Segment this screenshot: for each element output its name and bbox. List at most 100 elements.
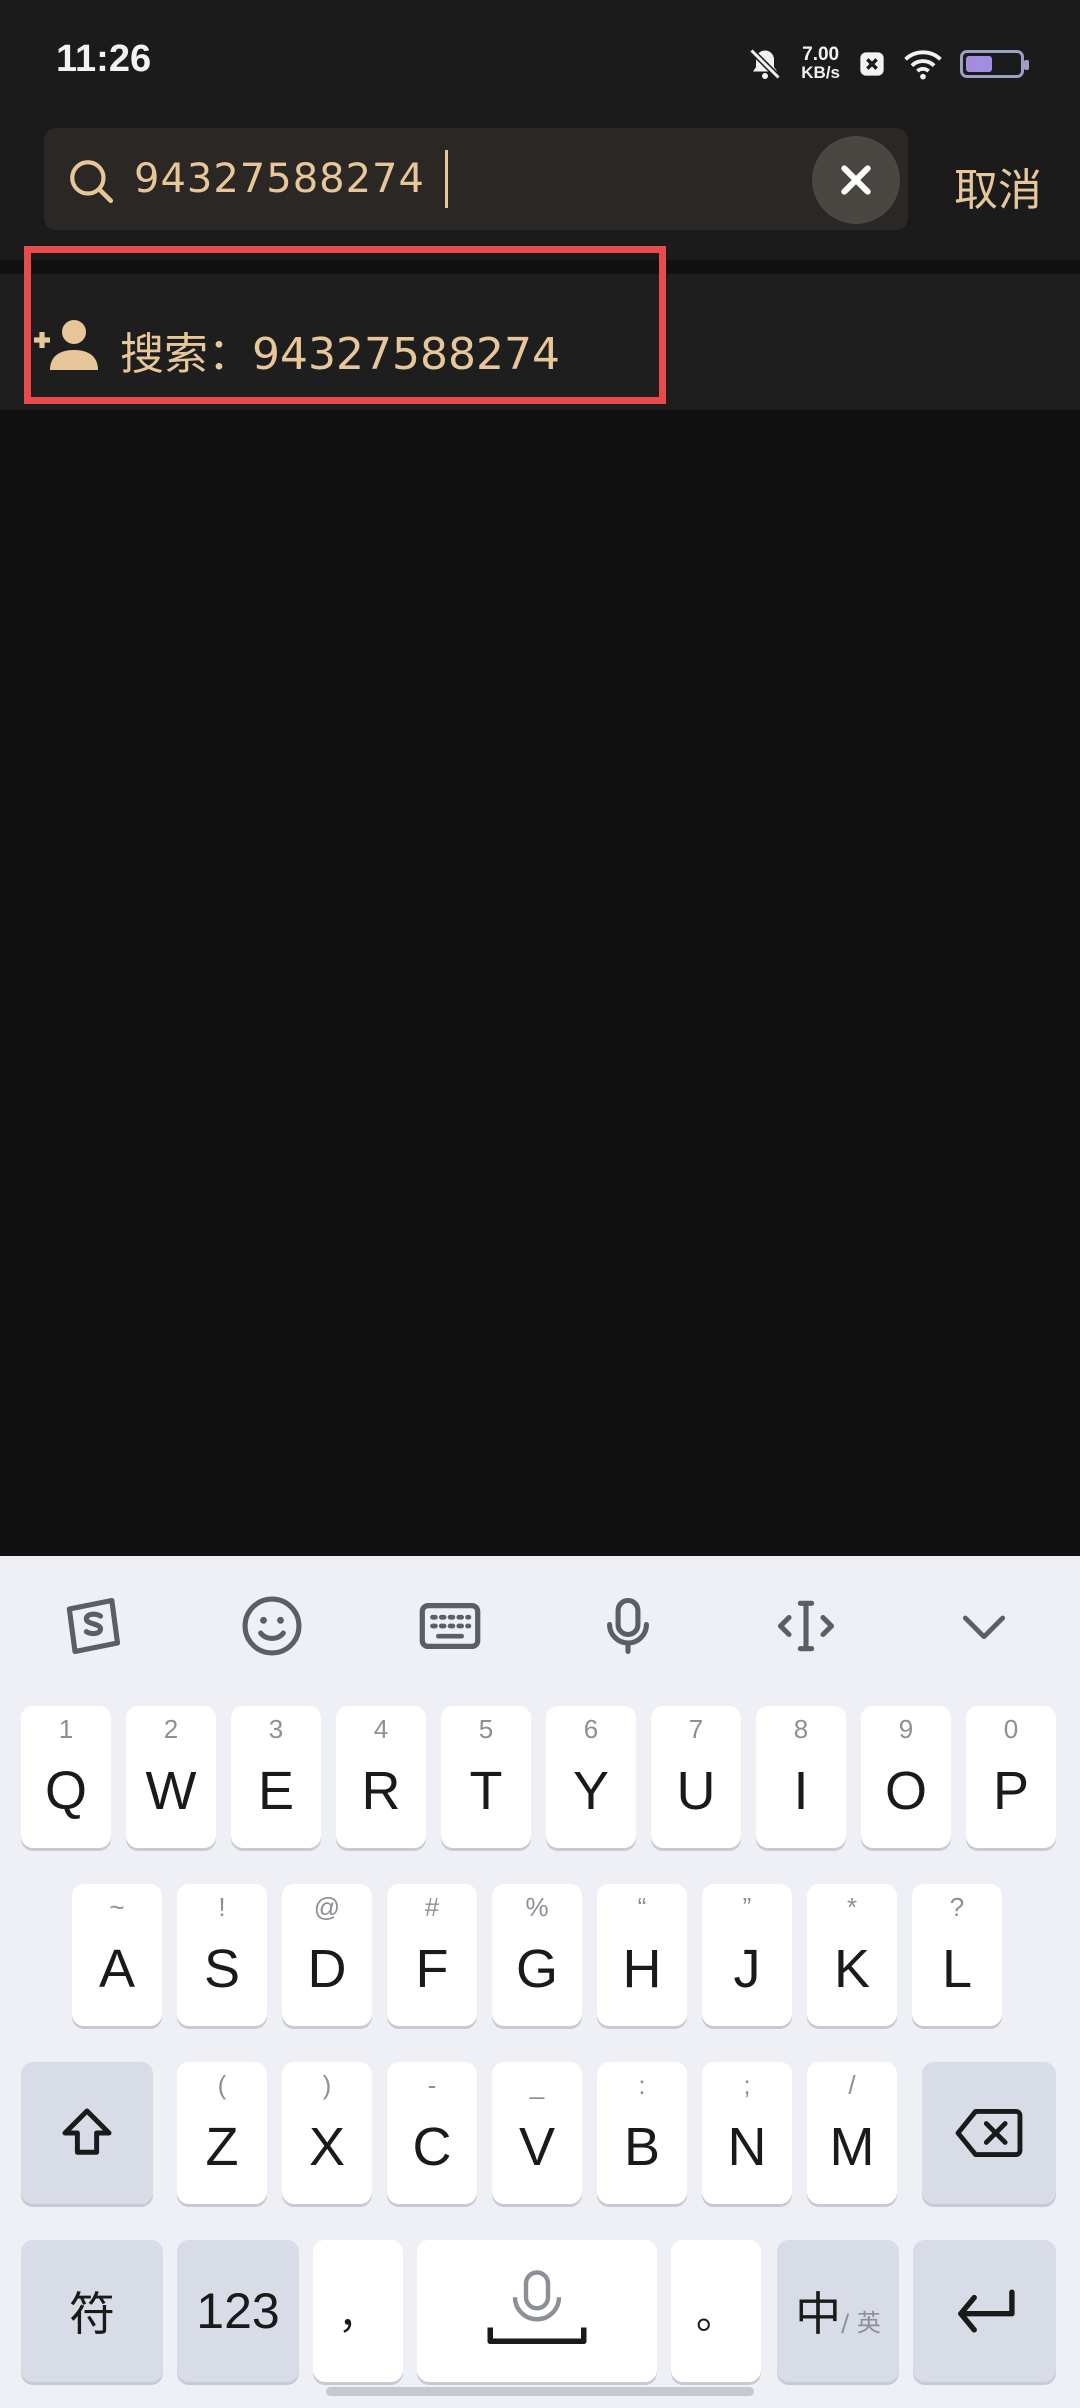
key-sub-label: 2 — [163, 1714, 179, 1744]
key-sub-label: % — [525, 1892, 549, 1922]
key-sub-label: 6 — [583, 1714, 599, 1744]
cursor-move-icon[interactable] — [770, 1590, 842, 1662]
key-label: S — [203, 1939, 241, 1999]
key-sub-label: ( — [217, 2070, 227, 2100]
key-sub-label: ) — [322, 2070, 332, 2100]
key-c[interactable]: -C — [387, 2062, 477, 2204]
symbols-key[interactable]: 符 — [21, 2240, 163, 2382]
comma-key[interactable]: ， — [313, 2240, 403, 2382]
key-sub-label: 8 — [793, 1714, 809, 1744]
key-j[interactable]: ” J — [702, 1884, 792, 2026]
key-o[interactable]: 9O — [861, 1706, 951, 1848]
status-bar: 11:26 7.00 KB/s — [0, 0, 1080, 120]
net-speed-unit: KB/s — [801, 63, 840, 82]
sogou-logo-icon[interactable] — [56, 1590, 128, 1662]
key-label: K — [833, 1939, 871, 1999]
key-sub-label: ! — [218, 1892, 226, 1922]
key-sub-label: - — [427, 2070, 437, 2100]
keyboard-toolbar — [0, 1556, 1080, 1696]
key-g[interactable]: % G — [492, 1884, 582, 2026]
key-label: M — [829, 2117, 875, 2177]
key-v[interactable]: _ V — [492, 2062, 582, 2204]
search-input[interactable] — [132, 142, 826, 216]
language-switch-key[interactable]: 中 / 英 — [777, 2240, 899, 2382]
key-sub-label: 4 — [373, 1714, 389, 1744]
key-label: J — [733, 1939, 761, 1999]
key-u[interactable]: 7U — [651, 1706, 741, 1848]
key-sub-label: * — [846, 1892, 858, 1922]
key-sub-label: 5 — [478, 1714, 494, 1744]
key-k[interactable]: * K — [807, 1884, 897, 2026]
key-label: N — [727, 2117, 767, 2177]
key-sub-label: _ — [529, 2070, 545, 2100]
enter-key[interactable] — [913, 2240, 1056, 2382]
key-s[interactable]: ! S — [177, 1884, 267, 2026]
key-label: E — [257, 1761, 295, 1821]
key-h[interactable]: “H — [597, 1884, 687, 2026]
key-label: Y — [572, 1761, 610, 1821]
key-label: ， — [338, 2292, 378, 2338]
microphone-icon[interactable] — [592, 1590, 664, 1662]
key-label: C — [412, 2117, 452, 2177]
emoji-icon[interactable] — [236, 1590, 308, 1662]
hide-keyboard-icon[interactable] — [948, 1590, 1020, 1662]
space-key[interactable] — [417, 2240, 657, 2382]
key-q[interactable]: 1Q — [21, 1706, 111, 1848]
key-label: T — [469, 1761, 503, 1821]
key-sub-label: “ — [637, 1892, 647, 1922]
key-sub-label: ; — [743, 2070, 751, 2100]
key-e[interactable]: 3E — [231, 1706, 321, 1848]
key-l[interactable]: ? L — [912, 1884, 1002, 2026]
key-sub-label: ? — [949, 1892, 965, 1922]
search-bar-row: 取消 — [0, 120, 1080, 260]
key-x[interactable]: ) X — [282, 2062, 372, 2204]
cancel-button[interactable]: 取消 — [954, 154, 1042, 218]
key-b[interactable]: :B — [597, 2062, 687, 2204]
wifi-icon — [904, 50, 942, 80]
key-label: G — [515, 1939, 558, 1999]
home-indicator[interactable] — [326, 2387, 754, 2396]
search-box[interactable] — [44, 128, 908, 230]
key-sub-label: # — [424, 1892, 440, 1922]
keyboard-icon[interactable] — [414, 1590, 486, 1662]
key-label: W — [145, 1761, 197, 1821]
key-sub-label: / 英 — [841, 2308, 881, 2337]
key-label: F — [415, 1939, 449, 1999]
shift-key[interactable] — [21, 2062, 153, 2204]
key-z[interactable]: (Z — [177, 2062, 267, 2204]
key-label: V — [518, 2117, 556, 2177]
text-caret — [445, 150, 448, 208]
key-r[interactable]: 4R — [336, 1706, 426, 1848]
key-y[interactable]: 6Y — [546, 1706, 636, 1848]
key-p[interactable]: 0P — [966, 1706, 1056, 1848]
clear-search-button[interactable] — [812, 136, 900, 224]
bell-off-icon — [749, 48, 781, 80]
key-label: A — [98, 1939, 136, 1999]
key-t[interactable]: 5T — [441, 1706, 531, 1848]
status-icons: 7.00 KB/s — [747, 40, 1029, 88]
enter-icon — [957, 2289, 1015, 2333]
notification-x-icon — [860, 52, 884, 76]
key-sub-label: 9 — [898, 1714, 914, 1744]
battery-icon — [960, 50, 1029, 78]
key-n[interactable]: ; N — [702, 2062, 792, 2204]
close-icon — [841, 165, 871, 195]
key-sub-label: ” — [742, 1892, 752, 1922]
backspace-key[interactable] — [922, 2062, 1056, 2204]
key-a[interactable]: ~ A — [72, 1884, 162, 2026]
key-d[interactable]: @ D — [282, 1884, 372, 2026]
key-label: X — [308, 2117, 346, 2177]
key-label: 中 — [795, 2287, 842, 2341]
key-f[interactable]: # F — [387, 1884, 477, 2026]
key-label: 。 — [696, 2292, 736, 2338]
key-m[interactable]: / M — [807, 2062, 897, 2204]
key-w[interactable]: 2W — [126, 1706, 216, 1848]
key-i[interactable]: 8I — [756, 1706, 846, 1848]
net-speed: 7.00 KB/s — [801, 44, 840, 82]
period-key[interactable]: 。 — [671, 2240, 761, 2382]
highlight-box — [24, 246, 666, 404]
numbers-key[interactable]: 123 — [177, 2240, 299, 2382]
key-sub-label: 0 — [1003, 1714, 1019, 1744]
key-sub-label: 3 — [268, 1714, 284, 1744]
net-speed-value: 7.00 — [802, 44, 840, 65]
